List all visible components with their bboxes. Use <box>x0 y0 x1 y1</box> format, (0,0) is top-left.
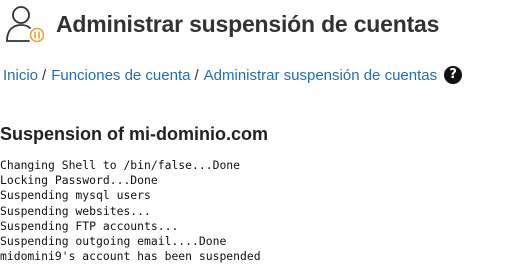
breadcrumb: Inicio / Funciones de cuenta / Administr… <box>3 66 463 84</box>
breadcrumb-separator: / <box>194 66 199 84</box>
breadcrumb-separator: / <box>42 66 47 84</box>
log-line: Locking Password...Done <box>0 173 158 188</box>
page-header: Administrar suspensión de cuentas <box>4 4 439 44</box>
log-line: Suspending mysql users <box>0 188 151 203</box>
log-line: Changing Shell to /bin/false...Done <box>0 158 241 172</box>
breadcrumb-current: Administrar suspensión de cuentas <box>203 66 438 84</box>
page: Administrar suspensión de cuentas Inicio… <box>0 0 526 264</box>
log-line: Suspending FTP accounts... <box>0 218 179 233</box>
breadcrumb-link-funciones-de-cuenta[interactable]: Funciones de cuenta <box>51 67 190 84</box>
section-title: Suspension of mi-dominio.com <box>0 124 269 144</box>
suspension-log: Changing Shell to /bin/false...Done Locki… <box>0 158 261 264</box>
breadcrumb-link-inicio[interactable]: Inicio <box>3 67 38 84</box>
log-line: Suspending websites... <box>0 203 151 218</box>
log-line: midomini9's account has been suspended <box>0 249 261 264</box>
user-suspend-icon <box>4 4 46 44</box>
page-title: Administrar suspensión de cuentas <box>56 10 440 37</box>
log-line: Suspending outgoing email....Done <box>0 234 227 249</box>
help-icon[interactable]: ? <box>444 66 463 84</box>
